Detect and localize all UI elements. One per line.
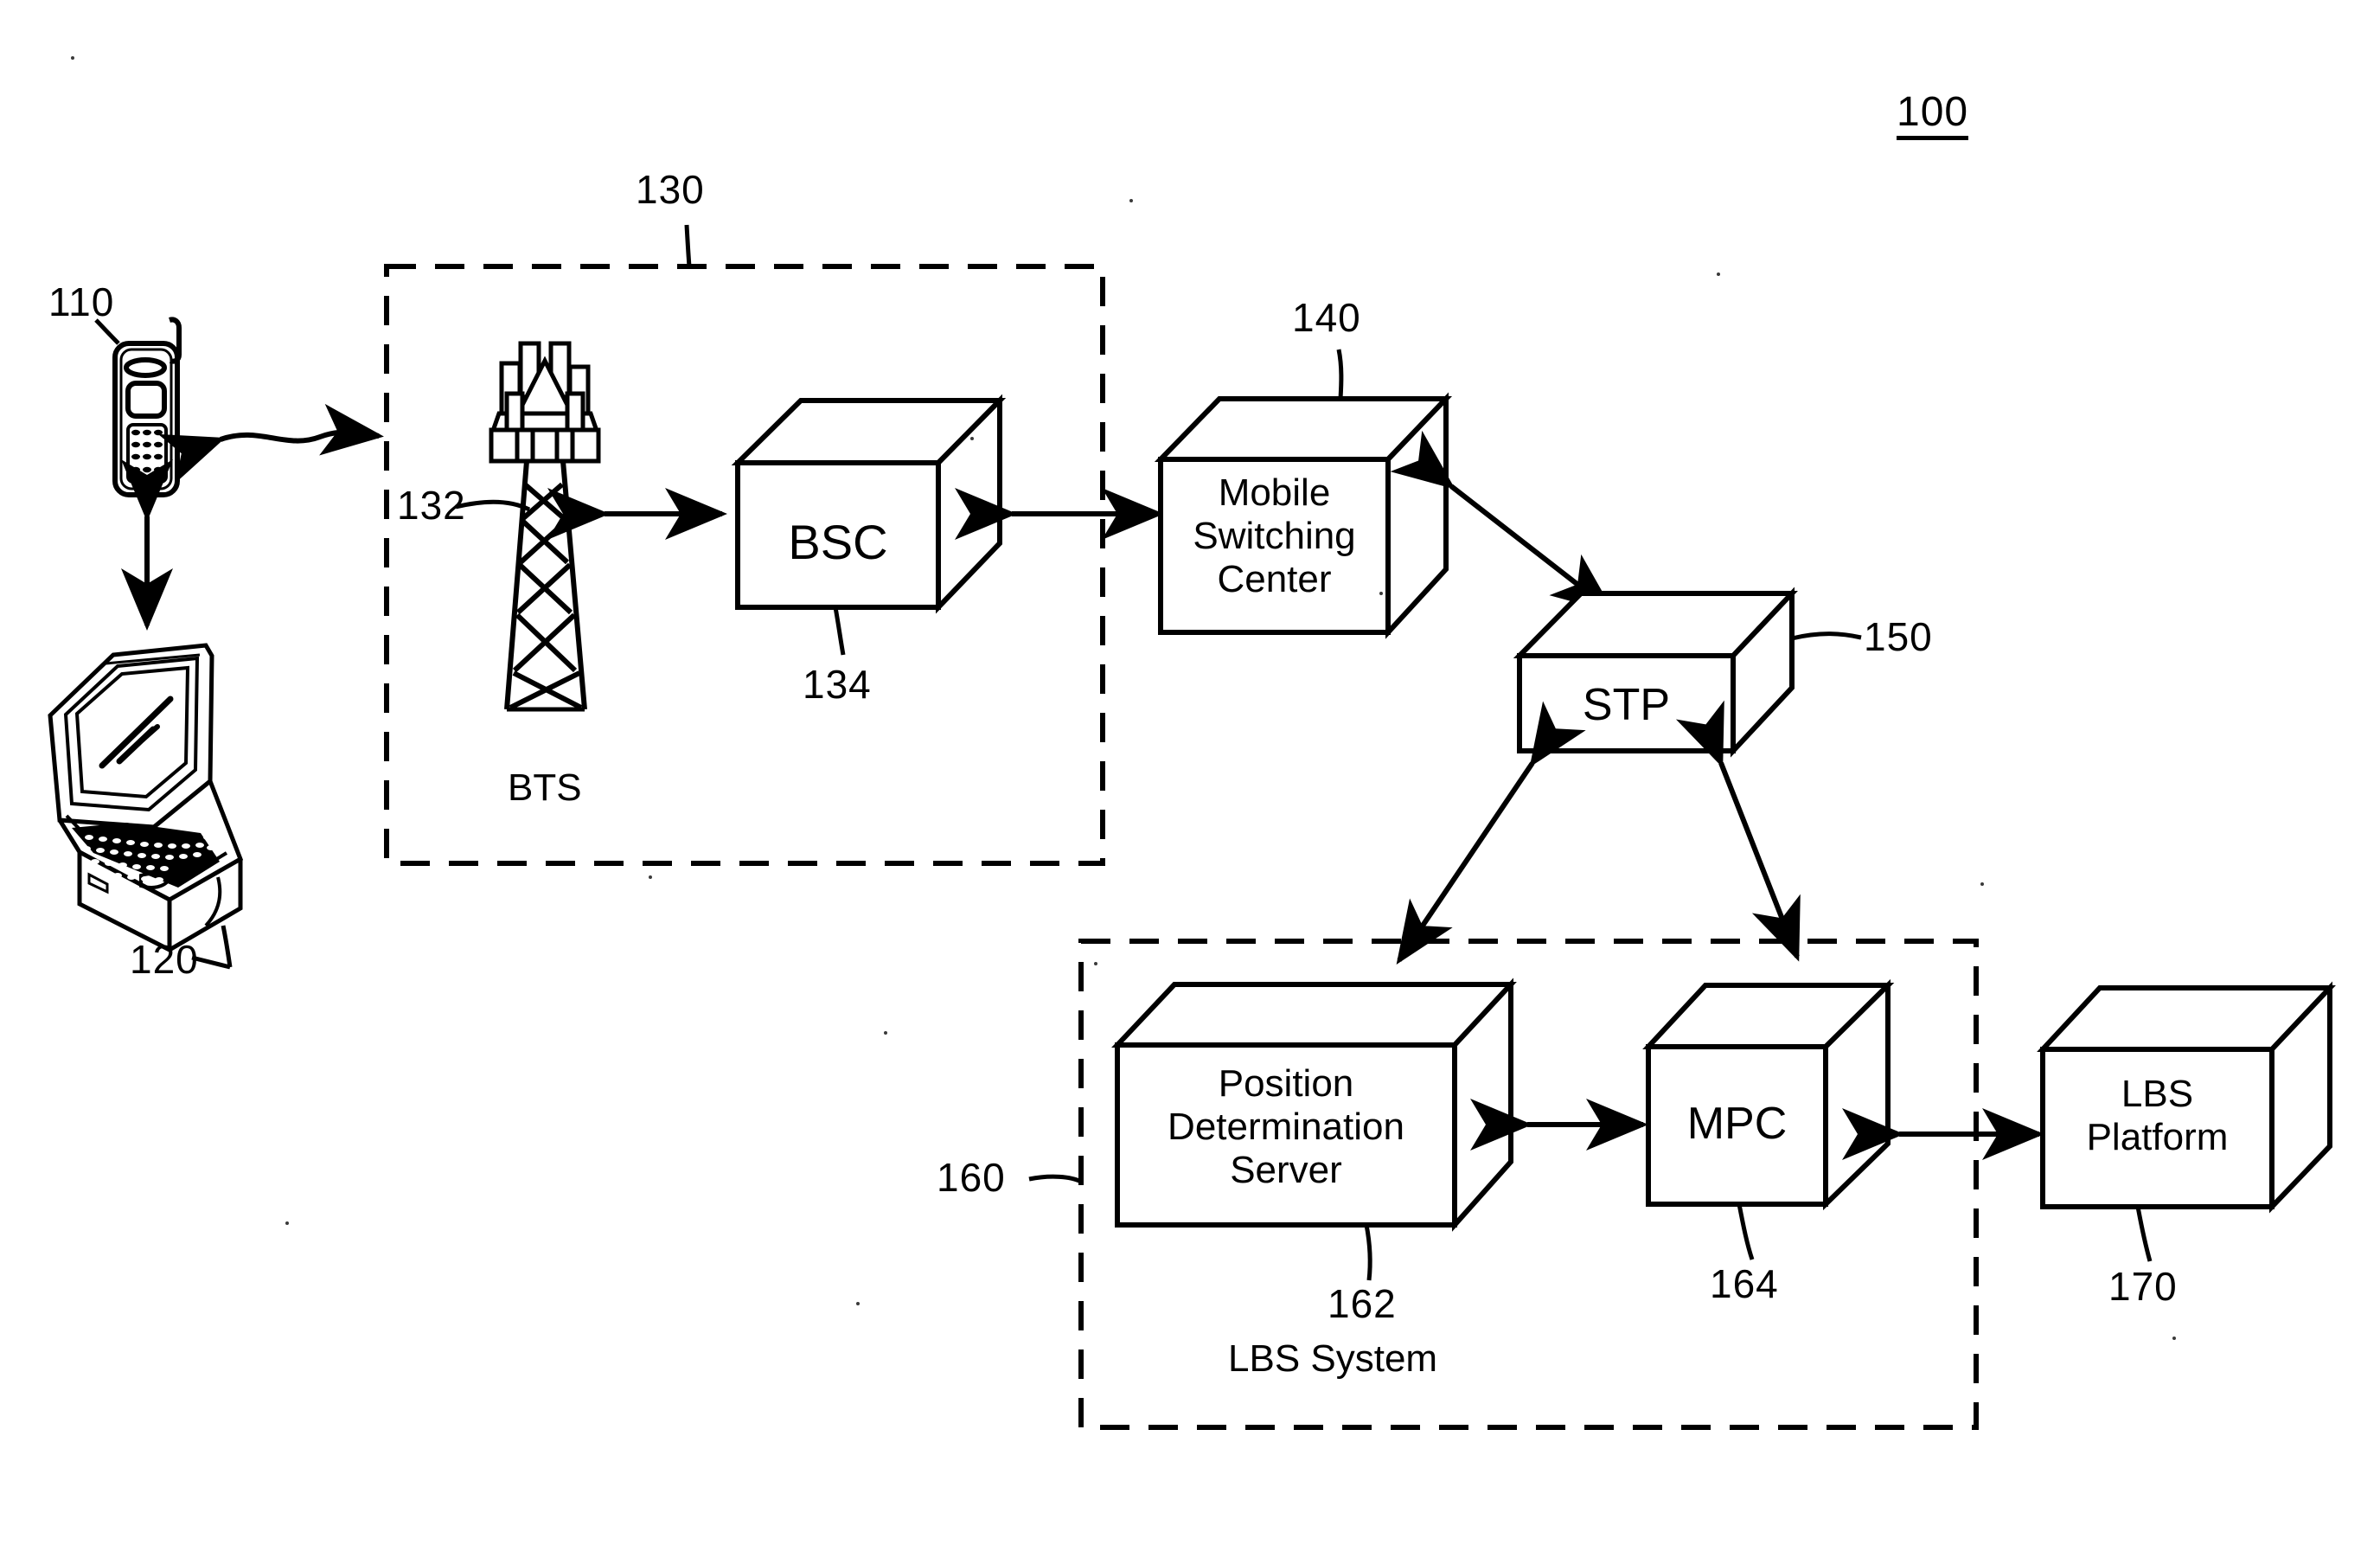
scan-speck — [1129, 199, 1133, 202]
laptop-screen-glare — [99, 696, 174, 769]
lbs-system-group-label: LBS System — [1228, 1337, 1438, 1380]
ref-110: 110 — [48, 279, 115, 324]
ref-130: 130 — [636, 167, 705, 212]
msc-label: Mobile Switching Center — [1161, 471, 1388, 601]
leader-line-140 — [1336, 349, 1344, 400]
leader-line-160 — [1028, 1174, 1083, 1184]
antenna-tower-lattice — [504, 460, 587, 712]
ref-160: 160 — [937, 1155, 1006, 1200]
ref-134: 134 — [803, 662, 872, 707]
scan-speck — [856, 1302, 860, 1305]
figure-number-100: 100 — [1897, 90, 1969, 141]
pds-label: Position Determination Server — [1117, 1062, 1455, 1192]
scan-speck — [884, 1031, 887, 1035]
ref-132: 132 — [397, 483, 466, 528]
patent-figure-canvas: 100 110 120 130 132 134 140 150 160 162 … — [0, 0, 2380, 1545]
connector-stp-pds — [1396, 701, 1586, 965]
msc-label-line1: Mobile — [1218, 471, 1331, 514]
connector-stp-mpc — [1675, 700, 1801, 962]
pds-label-line3: Server — [1230, 1149, 1342, 1192]
leader-line-120 — [221, 925, 233, 968]
leader-line-130 — [684, 224, 692, 267]
bsc-cube — [731, 394, 1007, 614]
scan-speck — [285, 1221, 289, 1225]
leader-line-132 — [455, 499, 531, 512]
scan-speck — [649, 875, 652, 879]
lbs-platform-label: LBS Platform — [2043, 1073, 2272, 1159]
ref-140: 140 — [1292, 295, 1361, 340]
ref-164: 164 — [1710, 1261, 1779, 1306]
scan-speck — [2172, 1337, 2176, 1340]
leader-line-162 — [1364, 1224, 1372, 1281]
ref-162: 162 — [1328, 1281, 1397, 1326]
figure-drawing — [48, 224, 2336, 1430]
scan-speck — [1379, 592, 1383, 595]
laptop-icon — [48, 643, 244, 954]
ref-120: 120 — [130, 937, 199, 982]
connector-phone-bts — [157, 403, 384, 484]
scan-speck — [1980, 882, 1984, 886]
ref-170: 170 — [2108, 1264, 2178, 1309]
stp-label: STP — [1582, 680, 1671, 730]
scan-speck — [71, 56, 74, 60]
leader-line-164 — [1737, 1203, 1755, 1260]
scan-speck — [970, 437, 974, 440]
bsc-label: BSC — [788, 515, 888, 569]
lbs-platform-label-line1: LBS — [2121, 1073, 2194, 1115]
pds-label-line1: Position — [1218, 1062, 1354, 1105]
leader-line-150 — [1791, 631, 1862, 641]
scan-speck — [1094, 962, 1097, 965]
leader-line-134 — [833, 606, 846, 656]
scan-speck — [1717, 272, 1720, 276]
msc-label-line3: Center — [1217, 558, 1332, 601]
ref-150: 150 — [1864, 614, 1933, 659]
mpc-label: MPC — [1686, 1099, 1788, 1149]
mpc-cube — [1642, 978, 1895, 1211]
bts-group-label: BTS — [508, 766, 582, 809]
antenna-tower-icon — [489, 341, 601, 464]
mobile-phone-keys — [131, 429, 163, 473]
pds-label-line2: Determination — [1168, 1106, 1404, 1149]
leader-line-170 — [2135, 1206, 2153, 1262]
msc-label-line2: Switching — [1193, 515, 1356, 558]
lbs-platform-label-line2: Platform — [2086, 1116, 2229, 1159]
